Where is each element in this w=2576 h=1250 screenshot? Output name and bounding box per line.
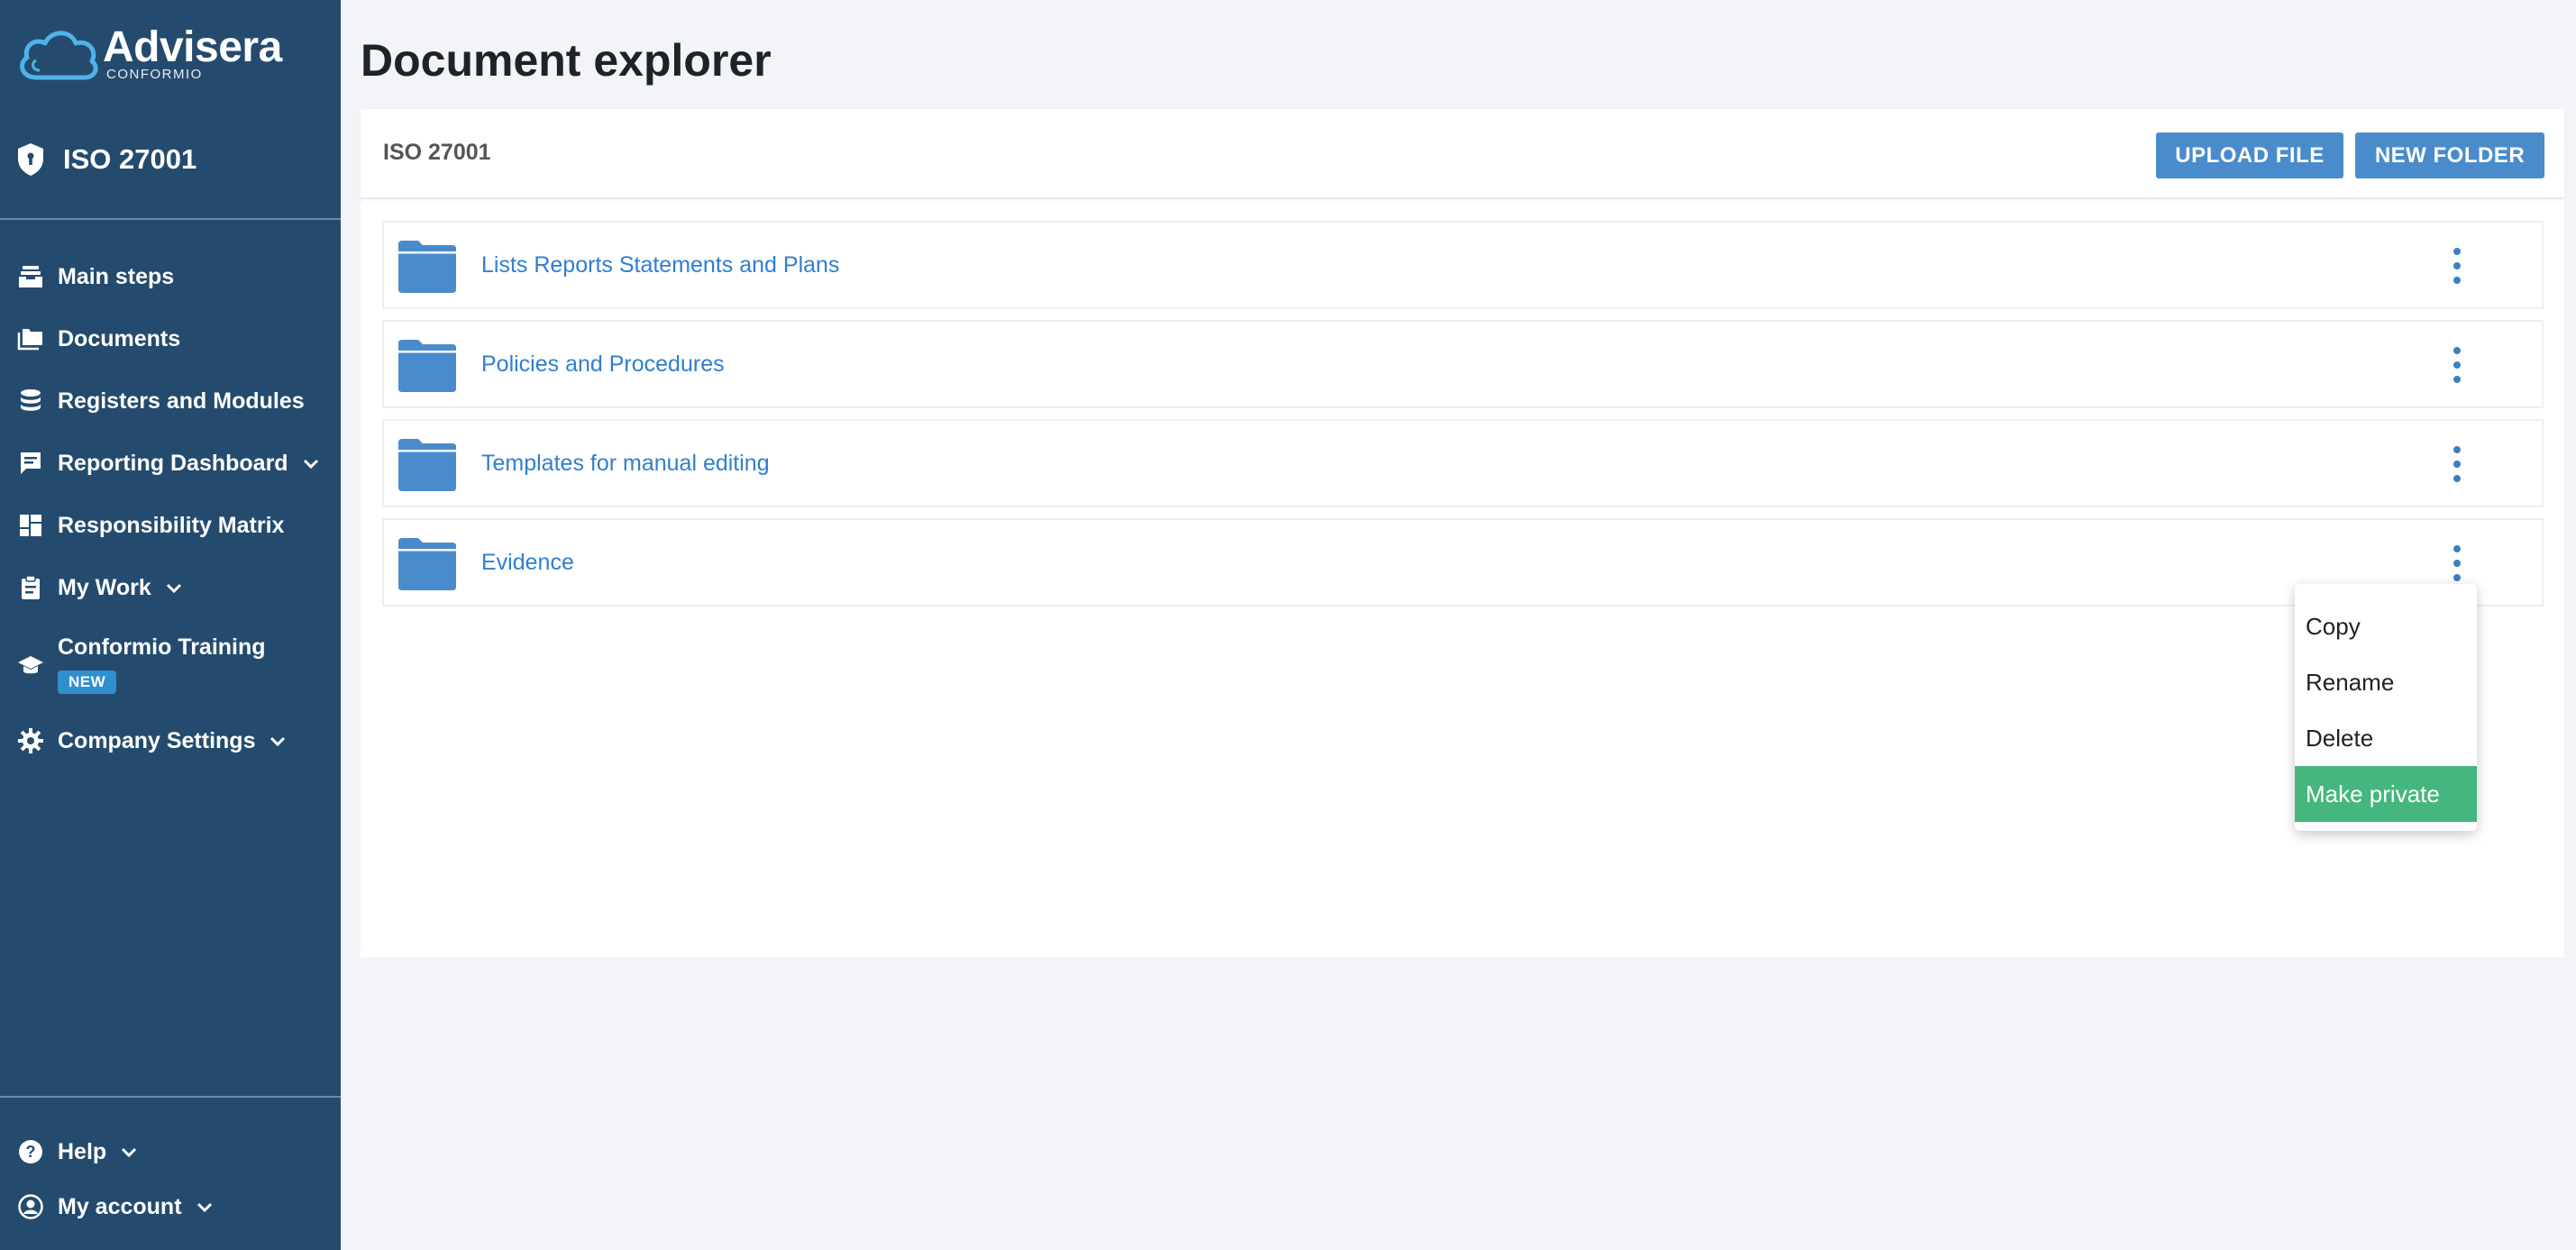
dashboard-grid-icon (16, 511, 45, 540)
folder-row[interactable]: Evidence (382, 518, 2544, 607)
sidebar-item-label: Conformio Training (58, 634, 266, 660)
report-icon (16, 449, 45, 478)
folder-row[interactable]: Lists Reports Statements and Plans (382, 221, 2544, 309)
sidebar-item-reporting-dashboard[interactable]: Reporting Dashboard (16, 449, 321, 478)
sidebar-item-label: Registers and Modules (58, 388, 305, 414)
shield-icon (18, 143, 43, 176)
chevron-down-icon (303, 459, 318, 470)
folder-row[interactable]: Templates for manual editing (382, 419, 2544, 507)
page-title: Document explorer (361, 35, 772, 86)
sidebar-item-label: Reporting Dashboard (58, 450, 288, 476)
sidebar-item-label: Company Settings (58, 727, 256, 753)
menu-item-make-private[interactable]: Make private (2295, 766, 2477, 822)
more-options-icon[interactable] (2448, 248, 2466, 284)
folder-icon (398, 538, 456, 590)
folder-row[interactable]: Policies and Procedures (382, 320, 2544, 408)
panel-toolbar: ISO 27001 UPLOAD FILE NEW FOLDER (361, 109, 2564, 199)
sidebar-item-help[interactable]: ? Help (16, 1137, 139, 1166)
inbox-stack-icon (16, 262, 45, 291)
logo[interactable]: Advisera CONFORMIO (14, 23, 282, 88)
chevron-down-icon (270, 736, 286, 747)
brand-name: Advisera (103, 23, 282, 71)
new-folder-button[interactable]: NEW FOLDER (2355, 132, 2544, 178)
folder-name[interactable]: Lists Reports Statements and Plans (481, 252, 839, 278)
sidebar-item-documents[interactable]: Documents (16, 324, 180, 353)
folder-icon (398, 340, 456, 392)
svg-text:?: ? (26, 1143, 36, 1161)
new-badge: NEW (58, 671, 117, 694)
graduation-cap-icon (16, 651, 45, 680)
sidebar-item-label: Responsibility Matrix (58, 512, 285, 538)
user-circle-icon (16, 1192, 45, 1221)
folder-icon (398, 241, 456, 293)
folder-name[interactable]: Evidence (481, 550, 574, 576)
chevron-down-icon (196, 1202, 212, 1213)
breadcrumb[interactable]: ISO 27001 (383, 140, 491, 166)
menu-item-rename[interactable]: Rename (2295, 654, 2477, 710)
sidebar-item-my-account[interactable]: My account (16, 1192, 215, 1221)
standard-label: ISO 27001 (63, 143, 197, 175)
divider (0, 1096, 341, 1098)
folder-name[interactable]: Policies and Procedures (481, 351, 725, 378)
folders-icon (16, 324, 45, 353)
chevron-down-icon (166, 583, 181, 594)
sidebar-item-registers[interactable]: Registers and Modules (16, 387, 305, 415)
more-options-icon[interactable] (2448, 545, 2466, 581)
menu-item-delete[interactable]: Delete (2295, 710, 2477, 766)
sidebar-item-label: Documents (58, 325, 181, 351)
sidebar-item-label: My Work (58, 574, 151, 600)
database-icon (16, 387, 45, 415)
sidebar-item-main-steps[interactable]: Main steps (16, 262, 174, 291)
more-options-icon[interactable] (2448, 347, 2466, 383)
folder-name[interactable]: Templates for manual editing (481, 451, 770, 477)
document-panel: ISO 27001 UPLOAD FILE NEW FOLDER Lists R… (361, 109, 2564, 957)
sidebar: Advisera CONFORMIO ISO 27001 Main steps … (0, 0, 341, 1250)
chevron-down-icon (122, 1147, 137, 1158)
clipboard-icon (16, 573, 45, 602)
gear-icon (16, 726, 45, 755)
sidebar-item-label: My account (58, 1193, 182, 1219)
sidebar-item-company-settings[interactable]: Company Settings (16, 726, 288, 755)
context-menu: Copy Rename Delete Make private (2295, 584, 2477, 831)
brand-subtitle: CONFORMIO (106, 67, 203, 82)
cloud-logo-icon (20, 31, 98, 80)
more-options-icon[interactable] (2448, 446, 2466, 482)
sidebar-item-training[interactable]: Conformio Training NEW (16, 634, 266, 694)
menu-item-copy[interactable]: Copy (2295, 598, 2477, 654)
folder-icon (398, 439, 456, 491)
upload-file-button[interactable]: UPLOAD FILE (2156, 132, 2343, 178)
sidebar-item-label: Help (58, 1138, 107, 1164)
help-icon: ? (16, 1137, 45, 1166)
divider (0, 218, 341, 220)
sidebar-item-label: Main steps (58, 263, 175, 289)
sidebar-item-my-work[interactable]: My Work (16, 573, 184, 602)
standard-selector[interactable]: ISO 27001 (16, 142, 196, 177)
sidebar-item-responsibility-matrix[interactable]: Responsibility Matrix (16, 511, 284, 540)
